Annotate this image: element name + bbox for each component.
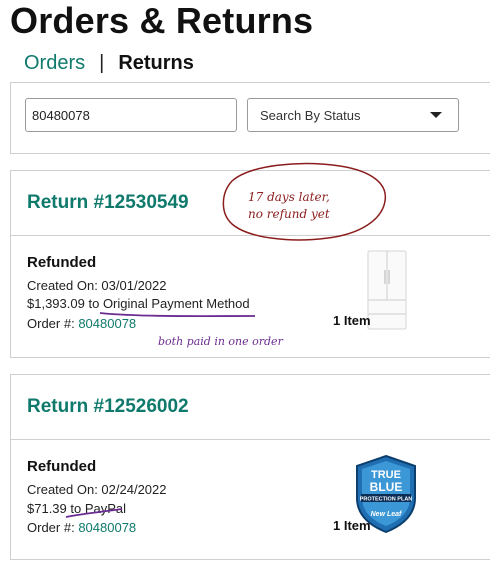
annotation-bubble bbox=[65, 162, 387, 518]
annotation-line2: no refund yet bbox=[248, 207, 330, 221]
annotation-bubble-text: 17 days later, no refund yet bbox=[248, 189, 330, 223]
annotation-line1: 17 days later, bbox=[248, 190, 330, 204]
annotation-purple-note: both paid in one order bbox=[158, 335, 283, 348]
